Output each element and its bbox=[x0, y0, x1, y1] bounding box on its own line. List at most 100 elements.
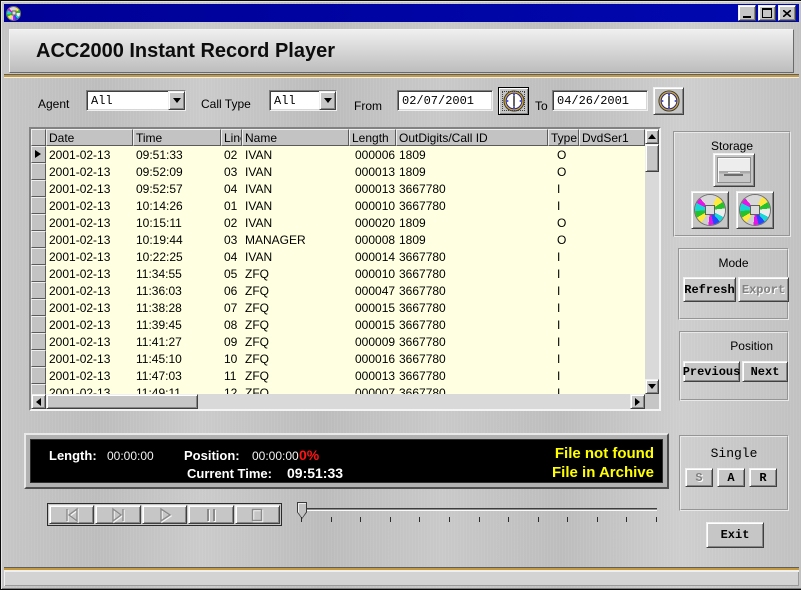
table-row[interactable]: 2001-02-1309:52:0903IVAN0000131809O bbox=[31, 163, 645, 180]
row-selector[interactable] bbox=[31, 214, 46, 231]
slider-tick bbox=[626, 517, 627, 522]
cell-outdigits-call-id: 1809 bbox=[396, 231, 548, 248]
cd-storage-button-2[interactable] bbox=[736, 191, 774, 229]
call-type-value: All bbox=[270, 91, 319, 110]
header-selector-cell bbox=[31, 129, 46, 146]
table-row[interactable]: 2001-02-1311:41:2709ZFQ0000093667780I bbox=[31, 333, 645, 350]
maximize-button[interactable] bbox=[758, 5, 776, 21]
column-header-length[interactable]: Length bbox=[349, 129, 396, 146]
status-message-1: File not found bbox=[552, 444, 654, 463]
skip-to-end-button[interactable] bbox=[95, 505, 140, 524]
grid-viewport: DateTimeLineNameLengthOutDigits/Call IDT… bbox=[31, 129, 645, 394]
table-row[interactable]: 2001-02-1311:45:1010ZFQ0000163667780I bbox=[31, 350, 645, 367]
cell-name: ZFQ bbox=[242, 350, 349, 367]
exit-button[interactable]: Exit bbox=[706, 522, 764, 548]
row-selector[interactable] bbox=[31, 231, 46, 248]
column-header-line[interactable]: Line bbox=[221, 129, 242, 146]
scroll-up-button[interactable] bbox=[645, 129, 659, 144]
column-header-outdigits-call-id[interactable]: OutDigits/Call ID bbox=[396, 129, 548, 146]
cell-date: 2001-02-13 bbox=[46, 282, 133, 299]
table-row[interactable]: 2001-02-1311:36:0306ZFQ0000473667780I bbox=[31, 282, 645, 299]
cell-length: 000010 bbox=[349, 265, 396, 282]
clock-icon bbox=[658, 90, 680, 112]
table-row[interactable]: 2001-02-1309:51:3302IVAN0000061809O bbox=[31, 146, 645, 163]
agent-dropdown-button[interactable] bbox=[168, 91, 185, 110]
to-calendar-button[interactable] bbox=[653, 87, 684, 115]
column-header-dvdser1[interactable]: DvdSer1 bbox=[579, 129, 645, 146]
row-selector[interactable] bbox=[31, 299, 46, 316]
horizontal-scrollbar[interactable] bbox=[31, 394, 645, 409]
single-r-button[interactable]: R bbox=[749, 468, 777, 487]
call-type-select[interactable]: All bbox=[269, 90, 337, 111]
row-selector[interactable] bbox=[31, 146, 46, 163]
table-row[interactable]: 2001-02-1309:52:5704IVAN0000133667780I bbox=[31, 180, 645, 197]
from-date-input[interactable]: 02/07/2001 bbox=[397, 90, 493, 111]
column-header-type[interactable]: Type bbox=[548, 129, 579, 146]
table-row[interactable]: 2001-02-1311:49:1112ZFQ0000073667780I bbox=[31, 384, 645, 394]
position-value: 00:00:00 bbox=[252, 449, 299, 463]
refresh-button[interactable]: Refresh bbox=[683, 277, 736, 302]
previous-button[interactable]: Previous bbox=[683, 361, 740, 382]
clock-icon bbox=[503, 90, 525, 112]
cell-dvdser1 bbox=[579, 350, 645, 367]
table-row[interactable]: 2001-02-1311:39:4508ZFQ0000153667780I bbox=[31, 316, 645, 333]
table-row[interactable]: 2001-02-1311:34:5505ZFQ0000103667780I bbox=[31, 265, 645, 282]
row-selector[interactable] bbox=[31, 316, 46, 333]
cell-length: 000016 bbox=[349, 350, 396, 367]
call-type-dropdown-button[interactable] bbox=[319, 91, 336, 110]
scroll-left-button[interactable] bbox=[31, 394, 46, 409]
cell-outdigits-call-id: 3667780 bbox=[396, 367, 548, 384]
length-value: 00:00:00 bbox=[107, 449, 154, 463]
mode-panel: Mode Refresh Export bbox=[678, 248, 789, 320]
titlebar[interactable] bbox=[4, 4, 799, 22]
vertical-scroll-thumb[interactable] bbox=[645, 144, 659, 172]
table-row[interactable]: 2001-02-1310:15:1102IVAN0000201809O bbox=[31, 214, 645, 231]
row-selector[interactable] bbox=[31, 333, 46, 350]
row-selector[interactable] bbox=[31, 163, 46, 180]
play-button[interactable] bbox=[142, 505, 187, 524]
to-date-input[interactable]: 04/26/2001 bbox=[552, 90, 648, 111]
cell-time: 10:15:11 bbox=[133, 214, 221, 231]
cd-storage-button-1[interactable] bbox=[691, 191, 729, 229]
table-row[interactable]: 2001-02-1311:38:2807ZFQ0000153667780I bbox=[31, 299, 645, 316]
horizontal-scroll-thumb[interactable] bbox=[46, 394, 198, 409]
cell-length: 000014 bbox=[349, 248, 396, 265]
minimize-button[interactable] bbox=[738, 5, 756, 21]
column-header-name[interactable]: Name bbox=[242, 129, 349, 146]
cell-name: IVAN bbox=[242, 180, 349, 197]
cell-type: I bbox=[548, 180, 579, 197]
export-button[interactable]: Export bbox=[738, 277, 789, 302]
skip-to-start-button[interactable] bbox=[49, 505, 94, 524]
pause-button[interactable] bbox=[188, 505, 233, 524]
vertical-scrollbar[interactable] bbox=[645, 129, 659, 394]
mode-label: Mode bbox=[680, 256, 787, 270]
scroll-right-button[interactable] bbox=[630, 394, 645, 409]
table-row[interactable]: 2001-02-1310:14:2601IVAN0000103667780I bbox=[31, 197, 645, 214]
stop-button[interactable] bbox=[235, 505, 280, 524]
table-row[interactable]: 2001-02-1311:47:0311ZFQ0000133667780I bbox=[31, 367, 645, 384]
row-selector[interactable] bbox=[31, 367, 46, 384]
column-header-time[interactable]: Time bbox=[133, 129, 221, 146]
scroll-down-button[interactable] bbox=[645, 379, 659, 394]
row-selector[interactable] bbox=[31, 282, 46, 299]
single-a-button[interactable]: A bbox=[717, 468, 745, 487]
single-s-button[interactable]: S bbox=[685, 468, 713, 487]
row-selector[interactable] bbox=[31, 265, 46, 282]
seek-slider-track[interactable] bbox=[301, 508, 657, 511]
table-row[interactable]: 2001-02-1310:22:2504IVAN0000143667780I bbox=[31, 248, 645, 265]
close-button[interactable] bbox=[778, 5, 796, 21]
next-button[interactable]: Next bbox=[742, 361, 788, 382]
cell-outdigits-call-id: 3667780 bbox=[396, 282, 548, 299]
row-selector[interactable] bbox=[31, 197, 46, 214]
column-header-date[interactable]: Date bbox=[46, 129, 133, 146]
from-calendar-button[interactable] bbox=[498, 87, 529, 115]
agent-select[interactable]: All bbox=[86, 90, 186, 111]
row-selector[interactable] bbox=[31, 384, 46, 394]
row-selector[interactable] bbox=[31, 350, 46, 367]
row-selector[interactable] bbox=[31, 248, 46, 265]
table-row[interactable]: 2001-02-1310:19:4403MANAGER0000081809O bbox=[31, 231, 645, 248]
cell-date: 2001-02-13 bbox=[46, 231, 133, 248]
drive-storage-button[interactable] bbox=[713, 153, 755, 187]
chevron-down-icon bbox=[173, 98, 181, 107]
row-selector[interactable] bbox=[31, 180, 46, 197]
